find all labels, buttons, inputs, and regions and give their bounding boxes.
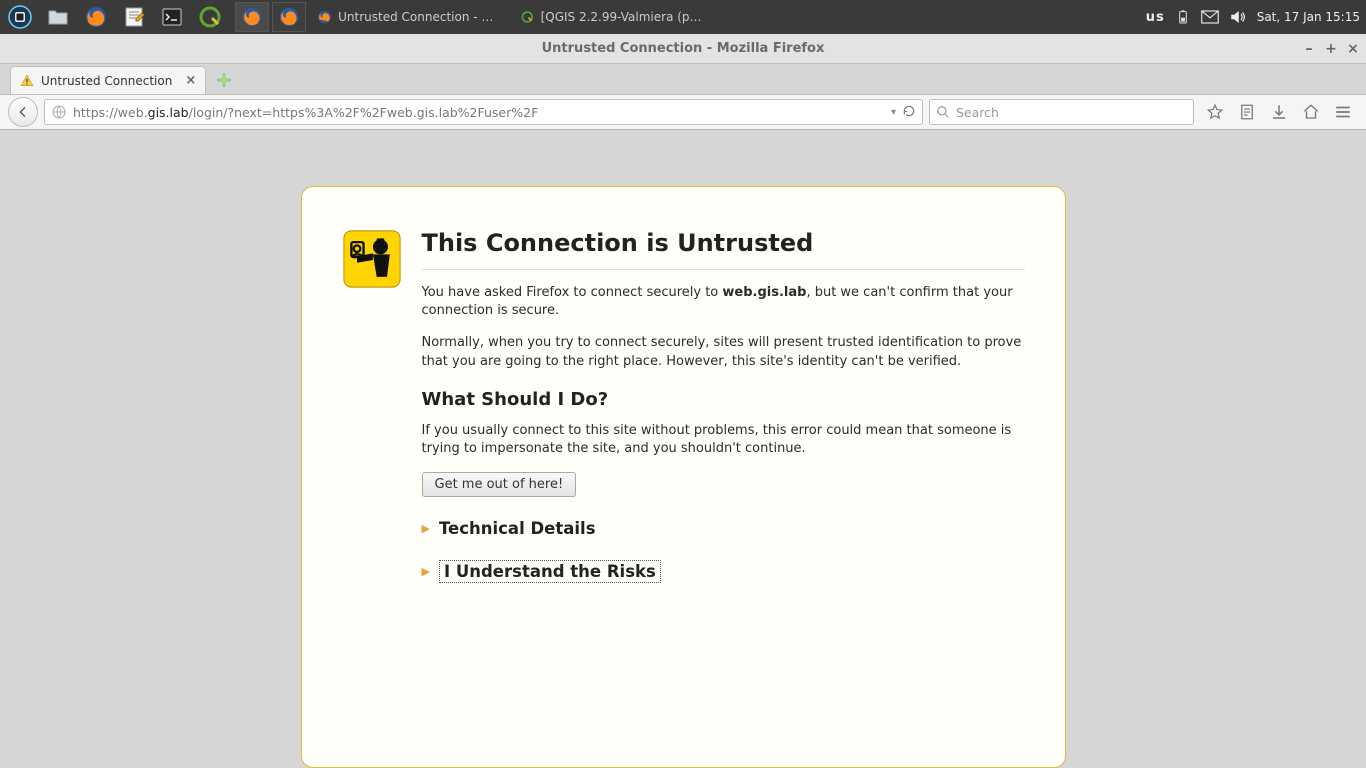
- error-paragraph-1: You have asked Firefox to connect secure…: [422, 284, 1025, 320]
- tab-untrusted[interactable]: Untrusted Connection ×: [10, 66, 206, 94]
- terminal-launcher[interactable]: [155, 2, 189, 32]
- search-placeholder: Search: [956, 105, 999, 120]
- expander-group: ▶ Technical Details ▶ I Understand the R…: [422, 519, 1025, 583]
- warning-icon: [20, 74, 34, 88]
- error-paragraph-2: Normally, when you try to connect secure…: [422, 334, 1025, 370]
- nav-toolbar: https://web.gis.lab/login/?next=https%3A…: [0, 94, 1366, 130]
- menu-launcher[interactable]: [3, 2, 37, 32]
- error-body: This Connection is Untrusted You have as…: [422, 229, 1025, 605]
- reading-list-icon[interactable]: [1238, 103, 1256, 121]
- taskbar-item-firefox-2[interactable]: [272, 2, 306, 32]
- back-button[interactable]: [8, 97, 38, 127]
- url-domain: gis.lab: [148, 105, 189, 120]
- globe-icon: [51, 104, 67, 120]
- error-heading: This Connection is Untrusted: [422, 229, 1025, 270]
- system-panel: Untrusted Connection - Mo... [QGIS 2.2.9…: [0, 0, 1366, 34]
- page-content: This Connection is Untrusted You have as…: [0, 130, 1366, 768]
- new-tab-button[interactable]: [213, 69, 235, 91]
- system-tray: us Sat, 17 Jan 15:15: [1146, 8, 1360, 26]
- url-post: /login/?next=https%3A%2F%2Fweb.gis.lab%2…: [189, 105, 539, 120]
- understand-risks-label: I Understand the Risks: [439, 560, 661, 583]
- taskbar-item-firefox-1[interactable]: [235, 2, 269, 32]
- tab-label: Untrusted Connection: [41, 74, 172, 88]
- editor-launcher[interactable]: [117, 2, 151, 32]
- taskbar: Untrusted Connection - Mo... [QGIS 2.2.9…: [235, 2, 712, 32]
- window-title-bar: Untrusted Connection - Mozilla Firefox –…: [0, 34, 1366, 64]
- taskbar-item-qgis[interactable]: [QGIS 2.2.99-Valmiera (ppa:...: [512, 2, 712, 32]
- battery-icon[interactable]: [1175, 9, 1191, 25]
- home-icon[interactable]: [1302, 103, 1320, 121]
- keyboard-layout-indicator[interactable]: us: [1146, 10, 1165, 25]
- technical-details-label: Technical Details: [439, 519, 596, 538]
- downloads-icon[interactable]: [1270, 103, 1288, 121]
- tab-strip: Untrusted Connection ×: [0, 64, 1366, 94]
- taskbar-item-untrusted[interactable]: Untrusted Connection - Mo...: [309, 2, 509, 32]
- close-tab-icon[interactable]: ×: [185, 73, 196, 88]
- minimize-button[interactable]: –: [1302, 42, 1316, 56]
- panel-launchers: [3, 2, 231, 32]
- maximize-button[interactable]: +: [1324, 42, 1338, 56]
- mail-icon[interactable]: [1201, 10, 1219, 24]
- search-bar[interactable]: Search: [929, 99, 1194, 125]
- taskbar-label-untrusted: Untrusted Connection - Mo...: [338, 10, 501, 24]
- understand-risks-expander[interactable]: ▶ I Understand the Risks: [422, 560, 1025, 583]
- error-paragraph-3: If you usually connect to this site with…: [422, 422, 1025, 458]
- error-subheading: What Should I Do?: [422, 389, 1025, 410]
- menu-icon[interactable]: [1334, 103, 1352, 121]
- search-icon: [936, 105, 950, 119]
- qgis-launcher[interactable]: [193, 2, 227, 32]
- url-dropdown-icon[interactable]: ▾: [891, 107, 896, 118]
- untrusted-connection-card: This Connection is Untrusted You have as…: [301, 186, 1066, 768]
- chevron-right-icon: ▶: [422, 522, 430, 535]
- window-controls: – + ×: [1302, 42, 1360, 56]
- taskbar-label-qgis: [QGIS 2.2.99-Valmiera (ppa:...: [541, 10, 704, 24]
- datetime[interactable]: Sat, 17 Jan 15:15: [1257, 10, 1360, 24]
- toolbar-actions: [1200, 103, 1358, 121]
- url-bar[interactable]: https://web.gis.lab/login/?next=https%3A…: [44, 99, 923, 125]
- bookmark-star-icon[interactable]: [1206, 103, 1224, 121]
- get-out-button[interactable]: Get me out of here!: [422, 472, 577, 497]
- technical-details-expander[interactable]: ▶ Technical Details: [422, 519, 1025, 538]
- chevron-right-icon: ▶: [422, 565, 430, 578]
- window-title: Untrusted Connection - Mozilla Firefox: [0, 41, 1366, 56]
- warning-badge-icon: [342, 229, 402, 289]
- volume-icon[interactable]: [1229, 8, 1247, 26]
- firefox-launcher[interactable]: [79, 2, 113, 32]
- url-pre: https://web.: [73, 105, 148, 120]
- reload-icon[interactable]: [902, 104, 916, 121]
- files-launcher[interactable]: [41, 2, 75, 32]
- close-button[interactable]: ×: [1346, 42, 1360, 56]
